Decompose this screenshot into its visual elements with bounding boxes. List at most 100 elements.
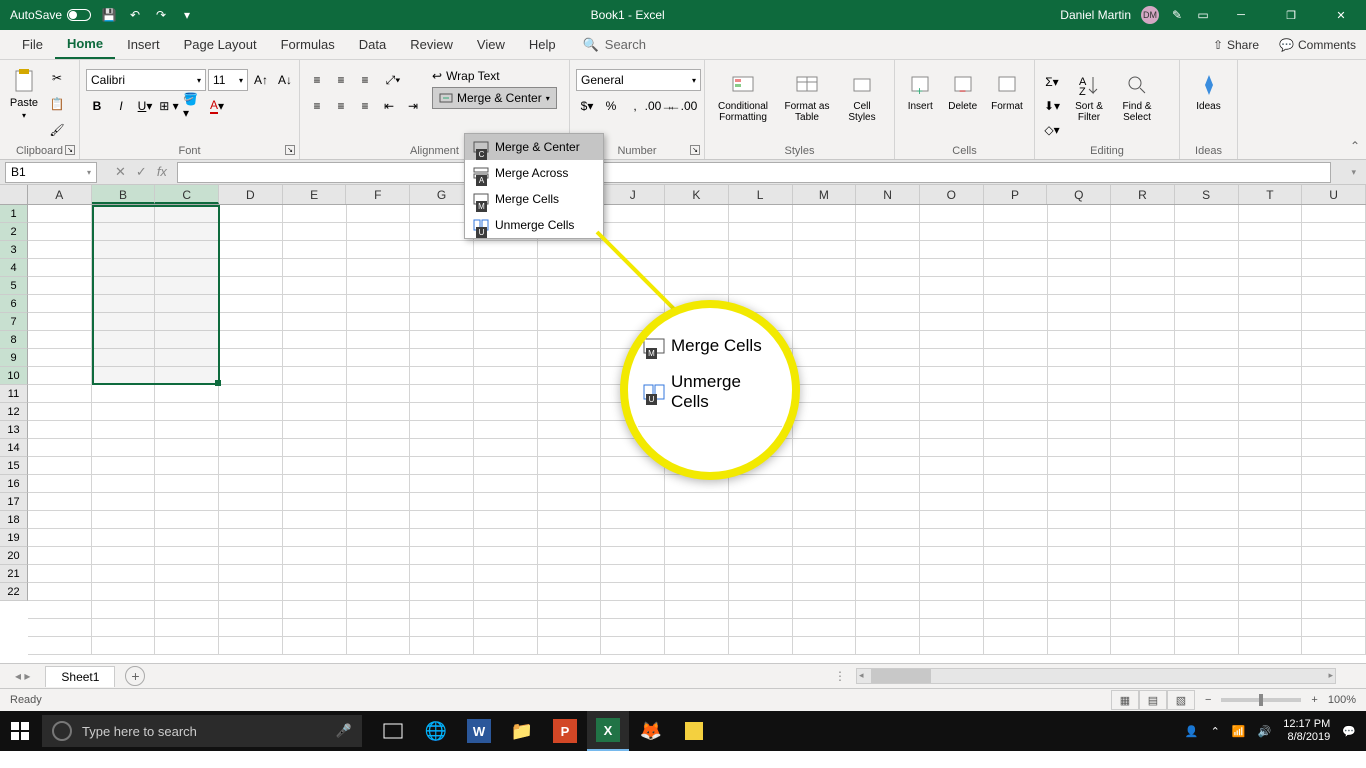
cell[interactable] (1048, 313, 1112, 331)
cell[interactable] (347, 277, 411, 295)
cell[interactable] (28, 403, 92, 421)
cell[interactable] (601, 511, 665, 529)
cell[interactable] (28, 331, 92, 349)
mic-icon[interactable]: 🎤 (336, 723, 352, 739)
close-button[interactable]: ✕ (1321, 0, 1361, 30)
cell[interactable] (920, 439, 984, 457)
cell[interactable] (920, 349, 984, 367)
autosum-button[interactable]: Σ▾ (1041, 71, 1063, 93)
row-header-19[interactable]: 19 (0, 529, 28, 547)
cell[interactable] (920, 601, 984, 619)
cell[interactable] (856, 295, 920, 313)
cell[interactable] (1111, 493, 1175, 511)
cell[interactable] (92, 403, 156, 421)
cell[interactable] (92, 349, 156, 367)
cell[interactable] (729, 493, 793, 511)
row-header-15[interactable]: 15 (0, 457, 28, 475)
cell[interactable] (1048, 529, 1112, 547)
minimize-button[interactable]: ─ (1221, 0, 1261, 30)
col-header-R[interactable]: R (1111, 185, 1175, 204)
cell[interactable] (1048, 259, 1112, 277)
cell[interactable] (1239, 259, 1303, 277)
cell[interactable] (984, 475, 1048, 493)
cell[interactable] (1239, 637, 1303, 655)
cell[interactable] (1302, 367, 1366, 385)
cell[interactable] (538, 259, 602, 277)
cell[interactable] (984, 367, 1048, 385)
cell[interactable] (219, 313, 283, 331)
cell[interactable] (219, 493, 283, 511)
align-bottom-button[interactable]: ≡ (354, 69, 376, 91)
cell[interactable] (1175, 457, 1239, 475)
sort-filter-button[interactable]: AZSort & Filter (1067, 67, 1111, 123)
row-header-13[interactable]: 13 (0, 421, 28, 439)
cell[interactable] (920, 295, 984, 313)
cell[interactable] (984, 277, 1048, 295)
cell[interactable] (474, 331, 538, 349)
col-header-U[interactable]: U (1302, 185, 1366, 204)
cell[interactable] (538, 583, 602, 601)
zoom-out-button[interactable]: − (1205, 694, 1211, 706)
cell[interactable] (474, 511, 538, 529)
cell[interactable] (793, 277, 857, 295)
collapse-ribbon-icon[interactable]: ⌃ (1350, 139, 1360, 153)
cell[interactable] (28, 565, 92, 583)
cell[interactable] (793, 511, 857, 529)
cell[interactable] (410, 241, 474, 259)
cell[interactable] (729, 223, 793, 241)
col-header-M[interactable]: M (793, 185, 857, 204)
cell[interactable] (474, 439, 538, 457)
cell[interactable] (1111, 529, 1175, 547)
cell[interactable] (793, 421, 857, 439)
cell[interactable] (856, 331, 920, 349)
cell[interactable] (1175, 493, 1239, 511)
cell[interactable] (1239, 421, 1303, 439)
cell[interactable] (28, 385, 92, 403)
cell[interactable] (920, 403, 984, 421)
cell[interactable] (793, 601, 857, 619)
row-header-1[interactable]: 1 (0, 205, 28, 223)
cell[interactable] (793, 547, 857, 565)
row-header-7[interactable]: 7 (0, 313, 28, 331)
cell[interactable] (219, 547, 283, 565)
cell[interactable] (920, 277, 984, 295)
cell[interactable] (793, 223, 857, 241)
cell[interactable] (1302, 565, 1366, 583)
cell[interactable] (347, 475, 411, 493)
name-box[interactable]: B1▾ (5, 162, 97, 183)
cell[interactable] (538, 565, 602, 583)
cell[interactable] (1111, 565, 1175, 583)
percent-button[interactable]: % (600, 95, 622, 117)
taskbar-search[interactable]: Type here to search 🎤 (42, 715, 362, 747)
cell[interactable] (856, 637, 920, 655)
cell[interactable] (347, 457, 411, 475)
ideas-button[interactable]: Ideas (1191, 67, 1227, 112)
cell[interactable] (793, 529, 857, 547)
cell[interactable] (856, 259, 920, 277)
cell[interactable] (1302, 313, 1366, 331)
col-header-D[interactable]: D (219, 185, 283, 204)
cell[interactable] (1175, 223, 1239, 241)
cell[interactable] (1302, 529, 1366, 547)
cell[interactable] (1111, 619, 1175, 637)
tab-splitter[interactable]: ⋮ (834, 669, 846, 683)
cell[interactable] (283, 223, 347, 241)
qat-dropdown-icon[interactable]: ▾ (179, 7, 195, 23)
cell[interactable] (984, 259, 1048, 277)
col-header-A[interactable]: A (28, 185, 92, 204)
cell[interactable] (856, 403, 920, 421)
cell[interactable] (538, 529, 602, 547)
cell[interactable] (984, 385, 1048, 403)
cell[interactable] (856, 601, 920, 619)
cell[interactable] (1175, 277, 1239, 295)
increase-font-button[interactable]: A↑ (250, 69, 272, 91)
cell[interactable] (474, 493, 538, 511)
cell[interactable] (283, 331, 347, 349)
normal-view-button[interactable]: ▦ (1111, 690, 1139, 710)
cell[interactable] (856, 475, 920, 493)
cell[interactable] (92, 565, 156, 583)
cell[interactable] (920, 637, 984, 655)
cell[interactable] (729, 637, 793, 655)
cell[interactable] (665, 583, 729, 601)
cell[interactable] (1048, 223, 1112, 241)
